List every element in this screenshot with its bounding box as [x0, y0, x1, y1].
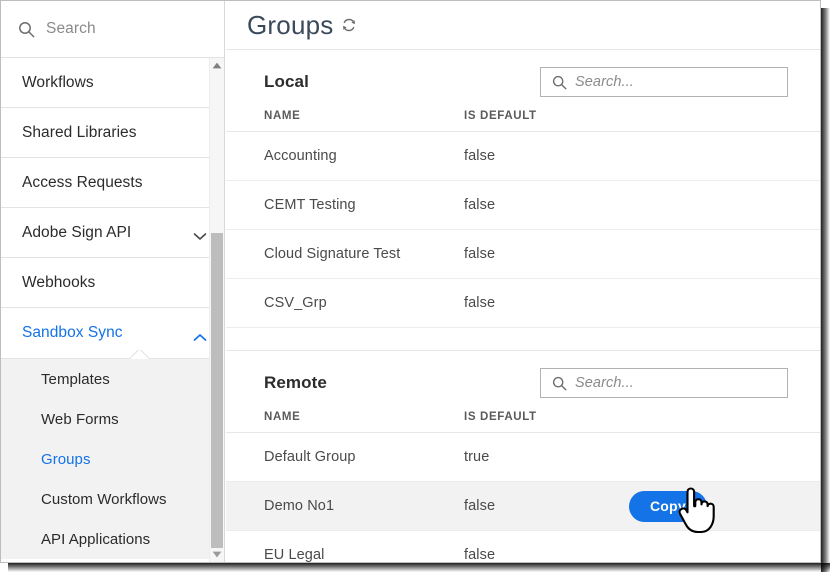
remote-search-input[interactable]: Search...	[540, 368, 788, 398]
cell-group-name: CSV_Grp	[226, 278, 464, 328]
table-header-row: NAME IS DEFAULT	[226, 96, 821, 132]
sidebar-subitem-label: Web Forms	[41, 410, 119, 428]
cell-action: Copy	[629, 481, 821, 531]
column-header-name: NAME	[226, 96, 464, 132]
sidebar-item-webhooks[interactable]: Webhooks	[1, 258, 224, 308]
local-search-placeholder: Search...	[575, 74, 634, 90]
table-row[interactable]: Default Group true	[226, 432, 821, 482]
sidebar-submenu-sandbox-sync: Templates Web Forms Groups Custom Workfl…	[1, 358, 224, 559]
table-row[interactable]: CEMT Testing false	[226, 180, 821, 230]
application-window: Search Workflows Shared Libraries Access…	[0, 0, 830, 572]
remote-search-placeholder: Search...	[575, 375, 634, 391]
sidebar-subitem-label: Groups	[41, 450, 91, 468]
local-groups-table: NAME IS DEFAULT Accounting false CEMT Te…	[226, 96, 821, 328]
search-icon	[552, 75, 567, 90]
sidebar-subitem-label: API Applications	[41, 530, 151, 548]
sidebar-subitem-custom-workflows[interactable]: Custom Workflows	[1, 479, 224, 519]
cell-group-name: Accounting	[226, 131, 464, 181]
scroll-down-arrow-icon[interactable]	[210, 547, 224, 562]
column-header-is-default: IS DEFAULT	[464, 397, 629, 433]
page-title: Groups	[247, 10, 334, 40]
sidebar-subitem-api-applications[interactable]: API Applications	[1, 519, 224, 559]
cell-action	[629, 278, 821, 328]
local-search-input[interactable]: Search...	[540, 67, 788, 97]
remote-groups-table: NAME IS DEFAULT Default Group true Demo …	[226, 397, 821, 562]
section-title: Local	[264, 72, 309, 91]
sidebar-item-label: Shared Libraries	[22, 123, 137, 141]
window-shadow-right	[821, 8, 830, 572]
cell-group-name: Cloud Signature Test	[226, 229, 464, 279]
section-title: Remote	[264, 373, 327, 392]
sidebar-scrollbar[interactable]	[209, 58, 224, 562]
sidebar-subitem-templates[interactable]: Templates	[1, 359, 224, 399]
sidebar-item-access-requests[interactable]: Access Requests	[1, 158, 224, 208]
cell-group-name: CEMT Testing	[226, 180, 464, 230]
table-row[interactable]: Demo No1 false Copy	[226, 481, 821, 531]
cell-action	[629, 530, 821, 562]
table-row[interactable]: Cloud Signature Test false	[226, 229, 821, 279]
sidebar-item-label: Workflows	[22, 73, 94, 91]
section-local-header: Local Search...	[226, 50, 821, 97]
section-local: Local Search... NAME IS DEFAULT Accounti…	[226, 50, 821, 351]
sidebar-item-label: Webhooks	[22, 273, 96, 291]
window-shadow-bottom	[8, 563, 830, 572]
sidebar-item-sandbox-sync[interactable]: Sandbox Sync	[1, 308, 224, 358]
cell-is-default: false	[464, 229, 629, 279]
cell-is-default: true	[464, 432, 629, 482]
cell-group-name: Demo No1	[226, 481, 464, 531]
sidebar-item-label: Adobe Sign API	[22, 223, 132, 241]
sidebar-scrollbar-thumb[interactable]	[211, 233, 223, 548]
scroll-up-arrow-icon[interactable]	[210, 58, 224, 73]
page-header: Groups	[226, 1, 821, 50]
cell-action	[629, 131, 821, 181]
cell-is-default: false	[464, 530, 629, 562]
cell-is-default: false	[464, 481, 629, 531]
cell-is-default: false	[464, 278, 629, 328]
table-header-row: NAME IS DEFAULT	[226, 397, 821, 433]
section-remote-header: Remote Search...	[226, 351, 821, 398]
column-header-name: NAME	[226, 397, 464, 433]
sidebar-subitem-label: Templates	[41, 370, 110, 388]
cell-action	[629, 180, 821, 230]
copy-button[interactable]: Copy	[629, 490, 707, 522]
sidebar-subitem-label: Custom Workflows	[41, 490, 167, 508]
chevron-up-icon	[193, 329, 207, 341]
column-header-is-default: IS DEFAULT	[464, 96, 629, 132]
cell-is-default: false	[464, 180, 629, 230]
refresh-icon[interactable]	[341, 17, 357, 33]
cell-action	[629, 229, 821, 279]
section-remote: Remote Search... NAME IS DEFAULT Default…	[226, 351, 821, 562]
sidebar: Search Workflows Shared Libraries Access…	[1, 1, 225, 562]
sidebar-nav-list: Workflows Shared Libraries Access Reques…	[1, 58, 224, 562]
table-row[interactable]: EU Legal false	[226, 530, 821, 562]
search-icon	[18, 21, 35, 38]
column-header-actions	[629, 397, 821, 433]
sidebar-item-label: Access Requests	[22, 173, 143, 191]
sidebar-subitem-groups[interactable]: Groups	[1, 439, 224, 479]
cell-action	[629, 432, 821, 482]
cell-group-name: Default Group	[226, 432, 464, 482]
sidebar-item-label: Sandbox Sync	[22, 324, 123, 341]
table-row[interactable]: Accounting false	[226, 131, 821, 181]
sidebar-subitem-web-forms[interactable]: Web Forms	[1, 399, 224, 439]
table-row[interactable]: CSV_Grp false	[226, 278, 821, 328]
main-content: Groups Local Search... NAME IS DEFAULT A…	[226, 1, 821, 562]
column-header-actions	[629, 96, 821, 132]
sidebar-item-shared-libraries[interactable]: Shared Libraries	[1, 108, 224, 158]
sidebar-search[interactable]: Search	[1, 1, 224, 58]
sidebar-search-placeholder: Search	[46, 20, 96, 37]
chevron-down-icon	[193, 228, 207, 240]
sidebar-item-adobe-sign-api[interactable]: Adobe Sign API	[1, 208, 224, 258]
sidebar-item-workflows[interactable]: Workflows	[1, 58, 224, 108]
search-icon	[552, 376, 567, 391]
cell-group-name: EU Legal	[226, 530, 464, 562]
cell-is-default: false	[464, 131, 629, 181]
